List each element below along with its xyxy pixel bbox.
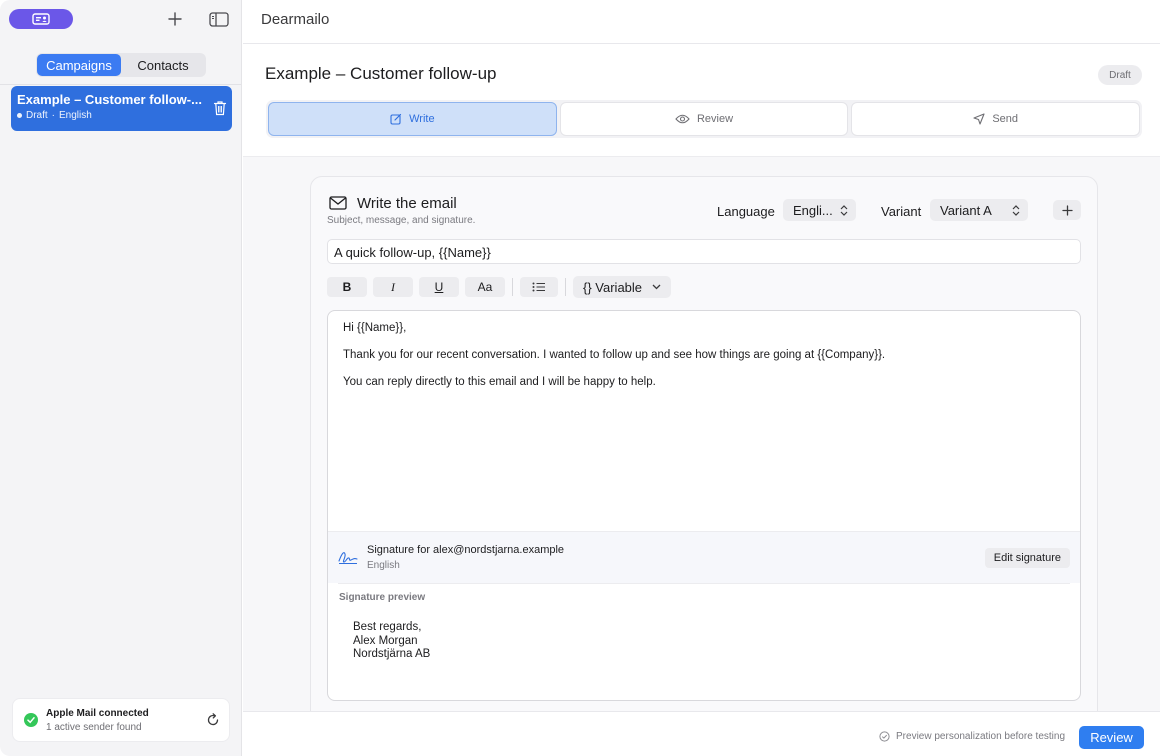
italic-button[interactable]: I <box>373 277 413 297</box>
signature-language: English <box>367 560 400 571</box>
variable-label: {} Variable <box>583 279 643 295</box>
signature-line: Alex Morgan <box>353 634 418 647</box>
main-panel: Dearmailo Example – Customer follow-up D… <box>243 0 1160 756</box>
eye-icon <box>675 114 690 124</box>
card-subtitle: Subject, message, and signature. <box>327 215 476 226</box>
campaign-item-language: English <box>59 110 92 121</box>
body-paragraph: Hi {{Name}}, <box>343 322 407 334</box>
toolbar-separator <box>512 278 513 296</box>
insert-variable-button[interactable]: {} Variable <box>573 276 672 298</box>
status-badge: Draft <box>1098 65 1142 85</box>
write-email-card: Write the email Subject, message, and si… <box>310 176 1098 736</box>
tab-write[interactable]: Write <box>268 102 557 136</box>
chevron-down-icon <box>652 284 661 290</box>
signature-preview: Best regards, Alex Morgan Nordstjärna AB <box>353 621 430 662</box>
sidebar-toggle-icon <box>209 11 229 27</box>
body-paragraph: You can reply directly to this email and… <box>343 376 656 388</box>
footer-hint-text: Preview personalization before testing <box>896 731 1065 742</box>
mail-connection-status: Apple Mail connected 1 active sender fou… <box>12 698 230 742</box>
body-paragraph: Thank you for our recent conversation. I… <box>343 349 886 361</box>
tab-send[interactable]: Send <box>851 102 1141 136</box>
sidebar-segmented-control: Campaigns Contacts <box>36 53 206 77</box>
language-select[interactable]: Engli... <box>783 199 856 221</box>
trash-icon[interactable] <box>213 100 227 116</box>
tab-review[interactable]: Review <box>559 102 849 136</box>
variant-select-value: Variant A <box>940 202 992 218</box>
add-campaign-button[interactable] <box>164 9 186 29</box>
signature-icon <box>338 552 358 564</box>
bold-button[interactable]: B <box>327 277 367 297</box>
footer-hint: Preview personalization before testing <box>879 731 1065 742</box>
signature-line: Best regards, <box>353 621 422 633</box>
signature-row: Signature for alex@nordstjarna.example E… <box>328 531 1080 583</box>
language-select-value: Engli... <box>793 202 833 218</box>
check-circle-icon <box>24 713 38 727</box>
campaign-item-title: Example – Customer follow-... <box>17 92 202 107</box>
signature-preview-label: Signature preview <box>339 592 426 603</box>
underline-button[interactable]: U <box>419 277 459 297</box>
send-icon <box>973 113 985 125</box>
header-divider <box>243 43 1160 44</box>
tab-campaigns[interactable]: Campaigns <box>37 54 121 76</box>
page-title: Example – Customer follow-up <box>265 64 497 83</box>
review-button[interactable]: Review <box>1079 726 1144 749</box>
person-card-icon <box>32 13 50 25</box>
variant-label: Variant <box>881 204 922 219</box>
mail-status-subtitle: 1 active sender found <box>46 722 142 733</box>
sidebar: Campaigns Contacts Example – Customer fo… <box>0 0 242 756</box>
check-circle-icon <box>879 731 890 742</box>
campaign-item-separator: · <box>51 110 56 121</box>
profile-button[interactable] <box>9 9 73 29</box>
step-tabs: Write Review Send <box>266 100 1142 138</box>
campaign-item-status: Draft <box>26 110 48 121</box>
toolbar-separator <box>565 278 566 296</box>
edit-signature-button[interactable]: Edit signature <box>984 548 1070 568</box>
campaign-item-meta: Draft · English <box>17 110 226 121</box>
bullet-list-icon <box>532 282 545 292</box>
add-variant-button[interactable] <box>1053 200 1081 220</box>
app-title: Dearmailo <box>261 11 330 28</box>
language-label: Language <box>717 204 775 219</box>
tab-write-label: Write <box>409 113 435 125</box>
signature-title: Signature for alex@nordstjarna.example <box>367 544 565 556</box>
signature-divider <box>338 583 1070 584</box>
signature-line: Nordstjärna AB <box>353 648 431 660</box>
tab-send-label: Send <box>992 113 1019 125</box>
card-title: Write the email <box>357 195 457 212</box>
format-toolbar: B I U Aa {} Variable <box>327 276 672 298</box>
message-editor[interactable]: Hi {{Name}}, Thank you for our recent co… <box>327 310 1081 701</box>
list-button[interactable] <box>520 277 558 297</box>
chevron-updown-icon <box>1012 204 1020 216</box>
tab-contacts[interactable]: Contacts <box>121 54 205 76</box>
envelope-icon <box>329 196 347 210</box>
tab-review-label: Review <box>696 113 734 125</box>
sidebar-toggle-button[interactable] <box>208 9 230 29</box>
plus-icon <box>168 12 182 26</box>
variant-select[interactable]: Variant A <box>930 199 1028 221</box>
plus-icon <box>1061 204 1073 216</box>
footer-bar: Preview personalization before testing R… <box>243 711 1160 756</box>
mail-status-title: Apple Mail connected <box>46 708 149 719</box>
campaign-list-item[interactable]: Example – Customer follow-... Draft · En… <box>11 86 232 131</box>
status-dot <box>17 113 22 118</box>
chevron-updown-icon <box>840 204 848 216</box>
subject-input[interactable]: A quick follow-up, {{Name}} <box>327 239 1081 264</box>
refresh-icon[interactable] <box>206 713 220 727</box>
text-case-button[interactable]: Aa <box>465 277 505 297</box>
sidebar-divider <box>0 84 241 85</box>
edit-icon <box>390 113 402 125</box>
